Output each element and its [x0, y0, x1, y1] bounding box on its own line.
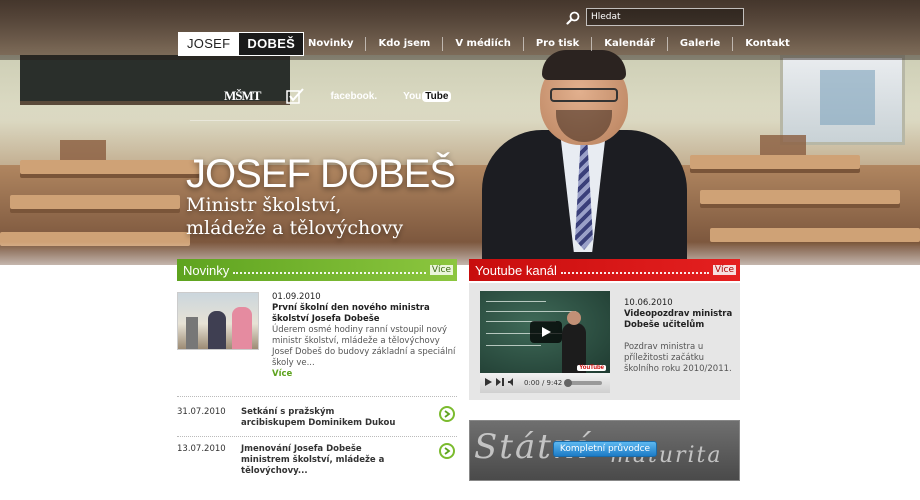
nav-galerie[interactable]: Galerie: [668, 37, 734, 51]
main-nav: Novinky Kdo jsem V médiích Pro tisk Kale…: [296, 37, 802, 51]
nav-v-mediich[interactable]: V médiích: [443, 37, 524, 51]
school-desk: [700, 190, 900, 204]
news-list-item[interactable]: 13.07.2010 Jmenování Josefa Dobeše minis…: [177, 442, 457, 476]
video-time: 0:00 / 9:42: [524, 379, 563, 387]
arrow-right-icon[interactable]: [439, 443, 455, 459]
hero-fade: [0, 242, 920, 265]
news-thumbnail[interactable]: [177, 292, 259, 350]
youtube-header-dots: [560, 272, 709, 274]
search-input[interactable]: [586, 8, 744, 26]
youtube-link[interactable]: You Tube: [403, 90, 452, 102]
logo-last-name: DOBEŠ: [238, 33, 304, 55]
checkbox-icon[interactable]: [286, 88, 305, 104]
video-player[interactable]: YouTube 0:00 / 9:42: [480, 291, 610, 393]
news-item-date: 31.07.2010: [177, 407, 226, 417]
youtube-more-link[interactable]: Více: [712, 265, 736, 275]
play-icon[interactable]: [530, 321, 562, 343]
youtube-video-title[interactable]: Videopozdrav ministra Dobeše učitelům: [624, 309, 739, 331]
youtube-header: Youtube kanál Více: [469, 259, 740, 281]
news-feature-more-link[interactable]: Více: [272, 369, 292, 379]
hero-banner: JOSEF DOBEŠ Novinky Kdo jsem V médiích P…: [0, 0, 920, 265]
play-small-icon[interactable]: [484, 378, 492, 388]
school-chair: [60, 140, 106, 160]
hero-subtitle-line1: Ministr školství,: [186, 194, 342, 216]
facebook-link[interactable]: facebook.: [330, 91, 377, 102]
complete-guide-button[interactable]: Kompletní průvodce: [553, 441, 657, 457]
youtube-tube-text: Tube: [422, 90, 452, 102]
site-logo[interactable]: JOSEF DOBEŠ: [178, 32, 305, 56]
news-separator: [177, 436, 457, 437]
search-icon[interactable]: [566, 10, 580, 25]
nav-pro-tisk[interactable]: Pro tisk: [524, 37, 593, 51]
volume-icon[interactable]: [508, 378, 516, 388]
youtube-you-text: You: [403, 90, 422, 102]
nav-kontakt[interactable]: Kontakt: [733, 37, 802, 51]
video-youtube-logo[interactable]: YouTube: [577, 365, 606, 371]
video-progress-bar[interactable]: [564, 379, 602, 387]
news-feature-body: Úderem osmé hodiny ranní vstoupil nový m…: [272, 325, 456, 368]
news-item-title[interactable]: Jmenování Josefa Dobeše ministrem školst…: [241, 444, 401, 477]
nav-novinky[interactable]: Novinky: [296, 37, 367, 51]
news-feature-date: 01.09.2010: [272, 292, 321, 302]
news-more-link[interactable]: Více: [429, 265, 453, 275]
logo-first-name: JOSEF: [179, 33, 239, 55]
search-box: [566, 8, 744, 26]
hero-subtitle-line2: mládeže a tělovýchovy: [186, 217, 404, 239]
news-separator: [177, 396, 457, 397]
arrow-right-icon[interactable]: [439, 406, 455, 422]
school-desk: [10, 195, 180, 209]
news-header: Novinky Více: [177, 259, 457, 281]
school-desk: [710, 228, 920, 242]
news-title: Novinky: [183, 262, 230, 278]
news-list-item[interactable]: 31.07.2010 Setkání s pražským arcibiskup…: [177, 405, 457, 435]
nav-kdo-jsem[interactable]: Kdo jsem: [366, 37, 444, 51]
social-divider: [190, 120, 460, 121]
hero-name: JOSEF DOBEŠ: [186, 152, 456, 196]
news-feature-text: 01.09.2010 První školní den nového minis…: [272, 292, 457, 380]
youtube-video-date: 10.06.2010: [624, 298, 673, 308]
school-desk: [690, 155, 860, 169]
news-item-date: 13.07.2010: [177, 444, 226, 454]
next-icon[interactable]: [496, 378, 504, 388]
nav-kalendar[interactable]: Kalendář: [592, 37, 668, 51]
top-bar: [0, 0, 920, 60]
school-chair: [760, 135, 806, 155]
social-links: MŠMT facebook. You Tube: [224, 88, 477, 104]
youtube-video-description: Pozdrav ministra u příležitosti začátku …: [624, 342, 732, 374]
hero-subtitle: Ministr školství, mládeže a tělovýchovy: [186, 194, 486, 240]
youtube-title: Youtube kanál: [475, 262, 557, 278]
school-desk: [20, 160, 200, 174]
news-header-dots: [233, 272, 426, 274]
classroom-poster: [820, 70, 875, 125]
news-feature-title[interactable]: První školní den nového ministra školstv…: [272, 303, 457, 325]
msmt-logo-link[interactable]: MŠMT: [224, 88, 261, 104]
news-item-title[interactable]: Setkání s pražským arcibiskupem Dominike…: [241, 407, 401, 429]
youtube-video-info: 10.06.2010 Videopozdrav ministra Dobeše …: [624, 298, 739, 375]
video-controls: 0:00 / 9:42: [480, 373, 610, 393]
minister-portrait: [482, 50, 687, 265]
